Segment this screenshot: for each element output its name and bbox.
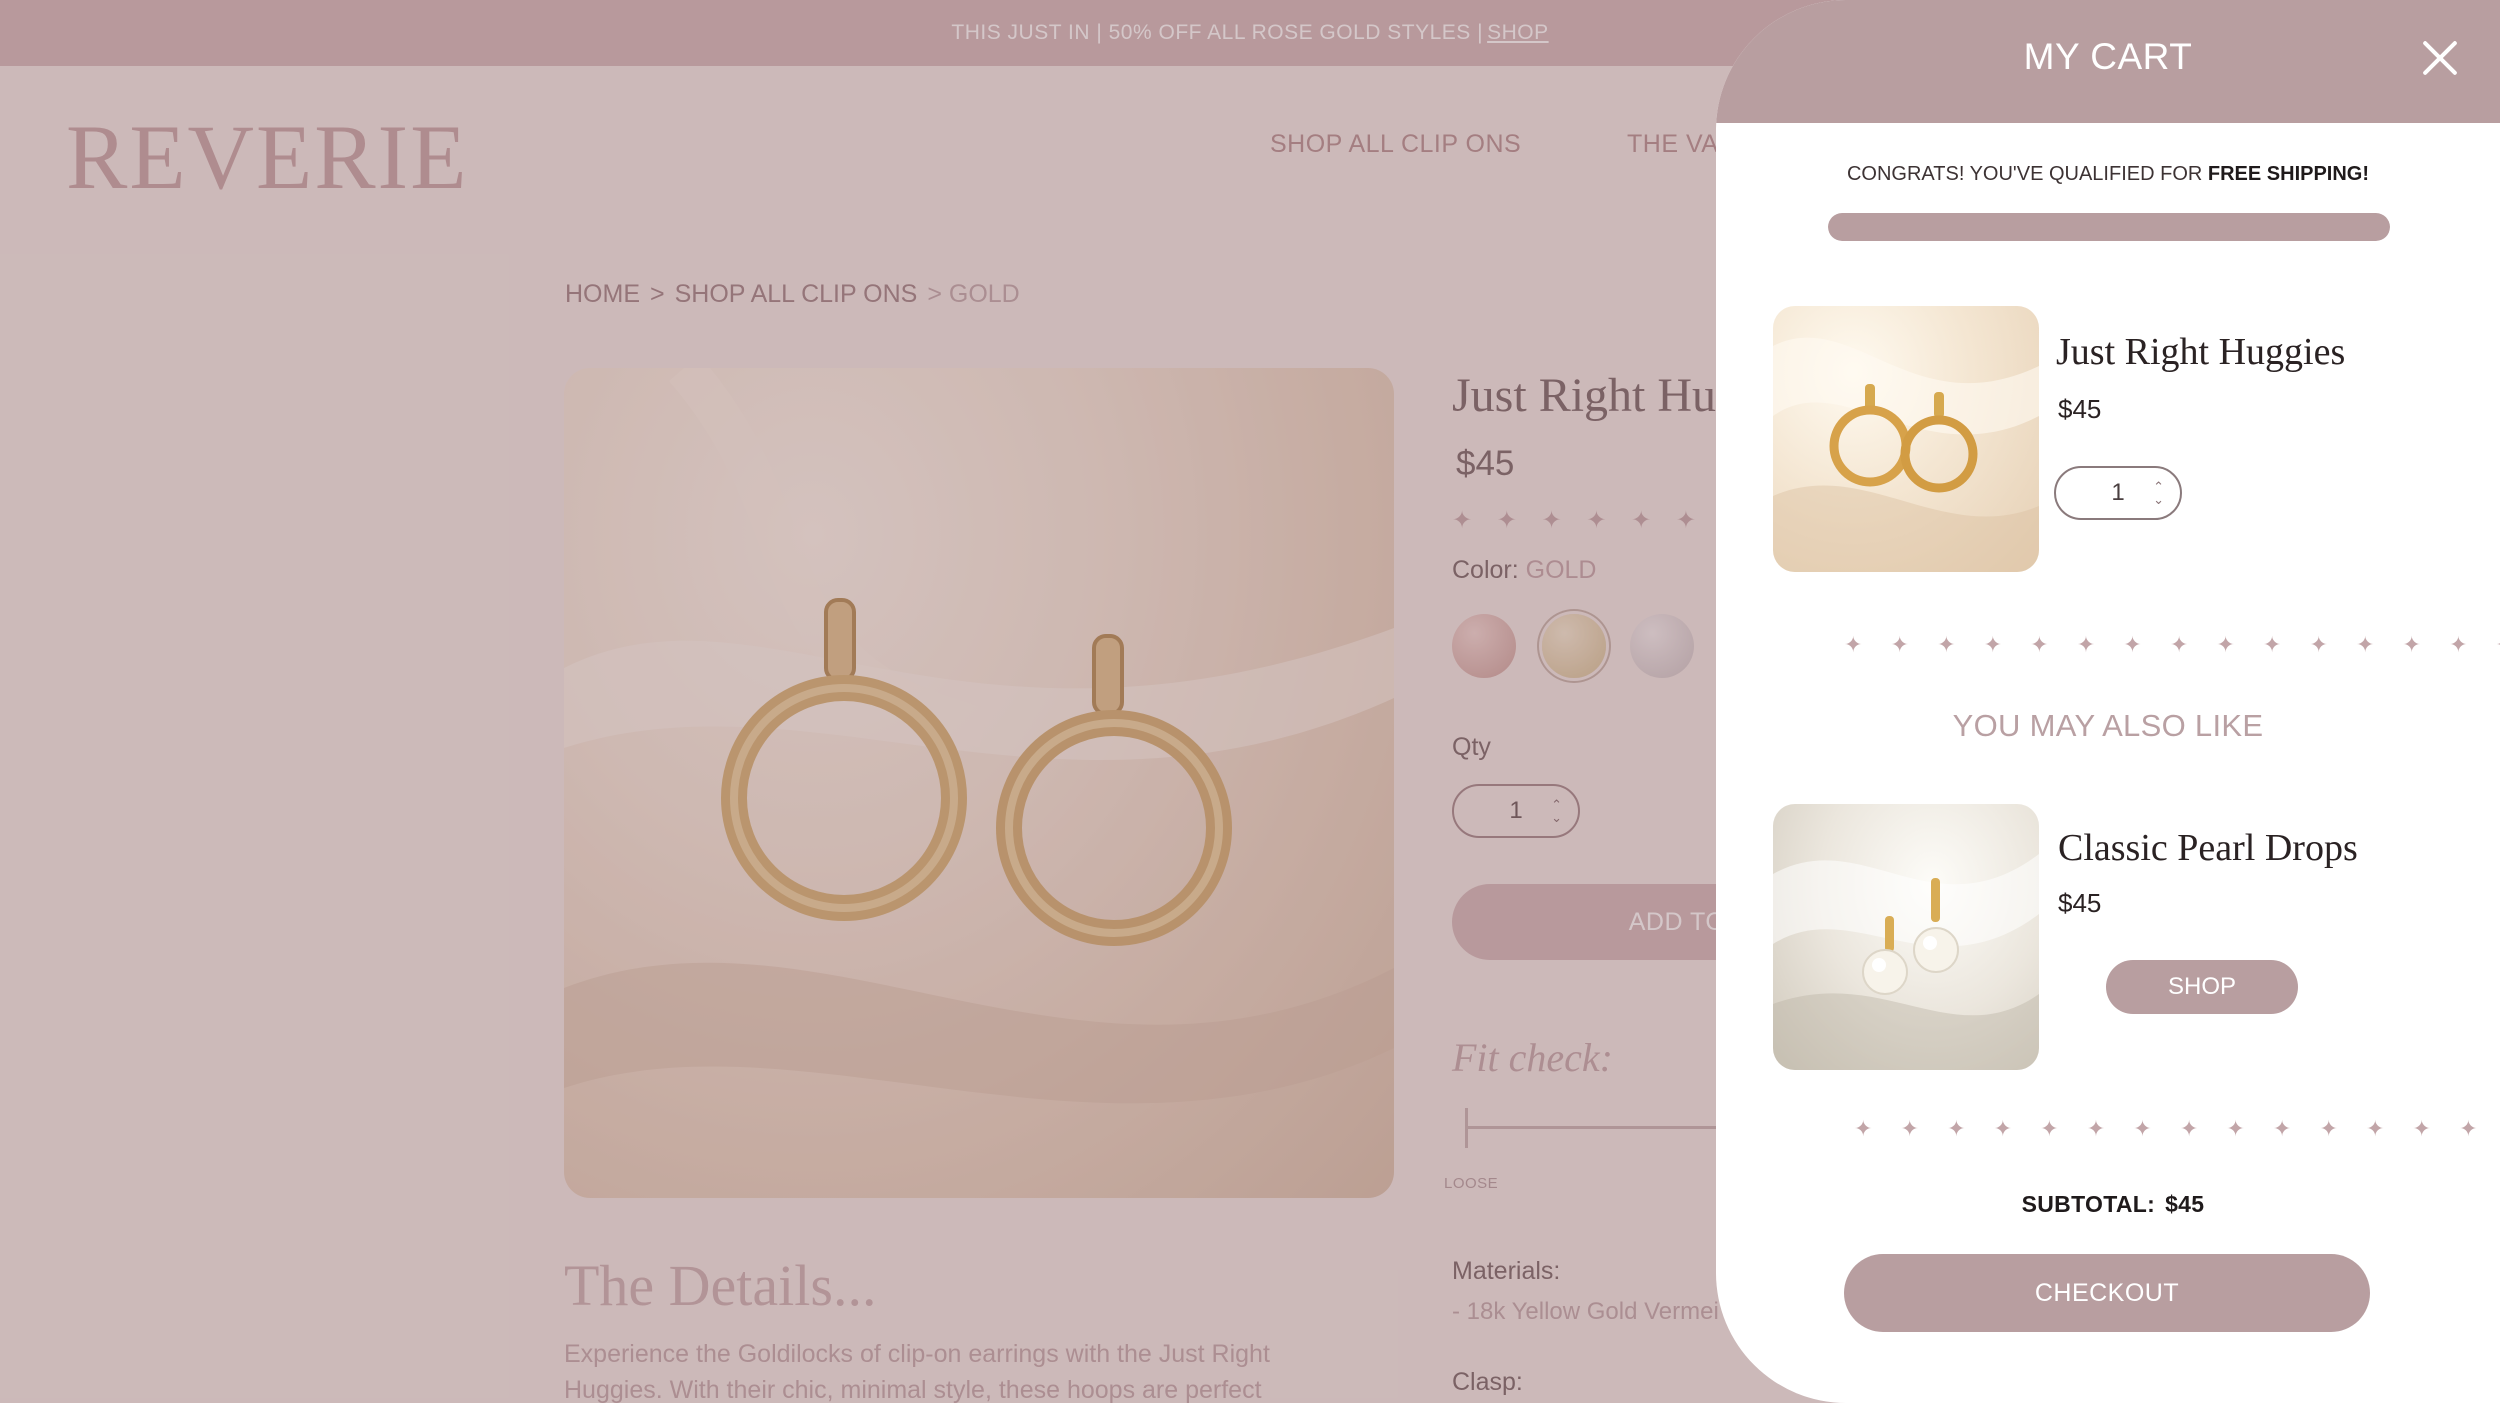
subtotal: SUBTOTAL: $45: [1716, 1191, 2500, 1218]
pearl-drops-thumbnail: [1773, 854, 2039, 1070]
shipping-progress-bar: [1828, 213, 2390, 241]
shipping-progress-fill: [1828, 213, 2390, 241]
star-divider: ✦ ✦ ✦ ✦ ✦ ✦ ✦ ✦ ✦ ✦ ✦ ✦ ✦ ✦ ✦ ✦ ✦ ✦: [1854, 1116, 2500, 1141]
also-like-heading: YOU MAY ALSO LIKE: [1952, 708, 2264, 743]
huggies-thumbnail: [1773, 337, 2039, 572]
cart-drawer: MY CART CONGRATS! YOU'VE QUALIFIED FOR F…: [1716, 0, 2500, 1403]
shipping-bold: FREE SHIPPING!: [2207, 163, 2370, 185]
recommendation-shop-button[interactable]: SHOP: [2106, 960, 2298, 1014]
subtotal-value: $45: [2165, 1191, 2205, 1217]
recommendation-image[interactable]: [1773, 804, 2039, 1070]
recommendation-price: $45: [2058, 888, 2102, 918]
shipping-text: CONGRATS! YOU'VE QUALIFIED FOR: [1846, 163, 2203, 185]
checkout-button[interactable]: CHECKOUT: [1844, 1254, 2370, 1332]
cart-header: MY CART: [1716, 0, 2500, 123]
cart-title: MY CART: [2023, 36, 2193, 77]
cart-qty-stepper[interactable]: 1 ⌃ ⌄: [2054, 466, 2182, 520]
cart-qty-value: 1: [2111, 479, 2125, 506]
stepper-arrows-icon[interactable]: ⌃ ⌄: [2153, 480, 2164, 506]
recommendation-name[interactable]: Classic Pearl Drops: [2058, 826, 2358, 870]
subtotal-label: SUBTOTAL:: [2021, 1191, 2156, 1217]
cart-item-image[interactable]: [1773, 306, 2039, 572]
shipping-message: CONGRATS! YOU'VE QUALIFIED FOR FREE SHIP…: [1716, 163, 2500, 186]
cart-item-price: $45: [2058, 394, 2102, 424]
star-divider: ✦ ✦ ✦ ✦ ✦ ✦ ✦ ✦ ✦ ✦ ✦ ✦ ✦ ✦ ✦ ✦ ✦ ✦: [1844, 632, 2500, 657]
cart-item-name[interactable]: Just Right Huggies: [2056, 330, 2345, 374]
close-icon[interactable]: [2420, 38, 2460, 78]
